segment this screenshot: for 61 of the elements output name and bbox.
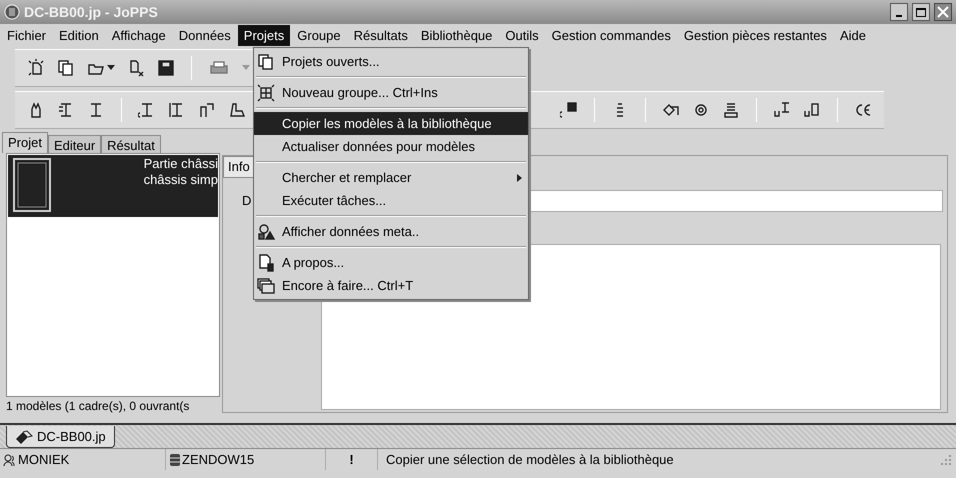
close-button[interactable]	[934, 3, 952, 21]
price-grid-icon[interactable]	[560, 101, 578, 119]
resize-grip-icon[interactable]	[940, 454, 952, 466]
dropdown-menu-item[interactable]: Chercher et remplacer	[254, 166, 528, 189]
new-document-icon[interactable]	[27, 59, 45, 77]
panel-tab[interactable]: Editeur	[48, 135, 102, 153]
grid-icon[interactable]	[257, 84, 275, 102]
minimize-button[interactable]	[890, 3, 908, 21]
menu-item[interactable]: Aide	[834, 25, 872, 46]
status-user: MONIEK	[18, 450, 70, 469]
alert-label: !	[349, 450, 354, 469]
dropdown-menu-item[interactable]: Nouveau groupe... Ctrl+Ins	[254, 81, 528, 104]
dropdown-menu-item[interactable]: Exécuter tâches...	[254, 189, 528, 212]
stack-icon[interactable]	[722, 101, 740, 119]
profile-add-icon[interactable]	[198, 101, 216, 119]
status-database: ZENDOW15	[182, 450, 254, 469]
windows-icon[interactable]	[257, 276, 275, 294]
menu-item[interactable]: Edition	[53, 25, 105, 46]
status-message: Copier une sélection de modèles à la bibliothèque	[386, 450, 674, 469]
dropdown-menu-item[interactable]: Afficher données meta..	[254, 220, 528, 243]
menu-item[interactable]: Résultats	[348, 25, 414, 46]
copy-icon[interactable]	[57, 59, 75, 77]
menu-item[interactable]: Gestion commandes	[546, 25, 677, 46]
field-label: D	[242, 192, 252, 210]
window-title: DC-BB00.jp - JoPPS	[24, 2, 158, 22]
dropdown-menu-item[interactable]: A propos...	[254, 251, 528, 274]
menu-item[interactable]: Gestion pièces restantes	[678, 25, 833, 46]
model-description: Partie châssi	[144, 156, 218, 172]
dropdown-menu-item[interactable]: Encore à faire... Ctrl+T	[254, 274, 528, 297]
panel-tab[interactable]: Projet	[2, 132, 48, 153]
window-frame-icon	[12, 157, 52, 213]
submenu-arrow-icon	[517, 174, 522, 182]
dropdown-menu-item[interactable]: Copier les modèles à la bibliothèque	[254, 112, 528, 135]
document-tab[interactable]: DC-BB00.jp	[6, 426, 115, 448]
document-info-icon[interactable]	[257, 254, 275, 272]
u-profile-icon[interactable]	[773, 101, 791, 119]
menu-item[interactable]: Groupe	[291, 25, 347, 46]
dropdown-menu-item[interactable]: Projets ouverts...	[254, 50, 528, 73]
dropdown-menu-item[interactable]: Actualiser données pour modèles	[254, 135, 528, 158]
menu-item[interactable]: Bibliothèque	[414, 25, 498, 46]
app-icon	[4, 4, 20, 20]
menu-item[interactable]: Données	[172, 25, 237, 46]
shapes-icon[interactable]	[257, 222, 275, 240]
u-frame-icon[interactable]	[803, 101, 821, 119]
menu-item[interactable]: Projets	[238, 25, 290, 46]
save-icon[interactable]	[157, 59, 175, 77]
database-icon	[169, 452, 181, 466]
profile-shoe-icon[interactable]	[228, 101, 246, 119]
model-description: châssis simp	[144, 172, 218, 188]
eraser-icon	[15, 430, 33, 444]
models-summary: 1 modèles (1 cadre(s), 0 ouvrant(s	[6, 398, 190, 415]
panel-tab[interactable]: Résultat	[101, 135, 161, 153]
copy-icon[interactable]	[257, 52, 275, 70]
info-tab[interactable]: Info	[223, 156, 255, 178]
menu-item[interactable]: Affichage	[106, 25, 172, 46]
maximize-button[interactable]	[912, 3, 930, 21]
model-item[interactable]: Partie châssi châssis simp	[8, 155, 218, 217]
menu-item[interactable]: Outils	[499, 25, 545, 46]
caret-icon[interactable]	[107, 65, 115, 71]
menu-item[interactable]: Fichier	[1, 25, 52, 46]
users-icon	[3, 452, 17, 466]
